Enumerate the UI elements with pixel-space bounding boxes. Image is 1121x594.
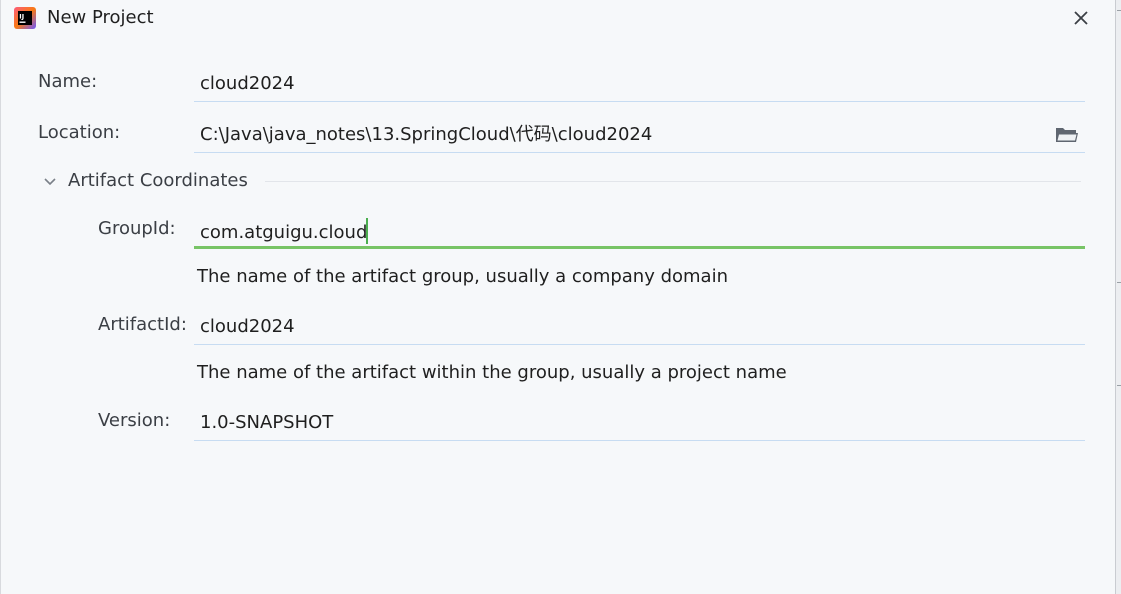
artifact-section-title: Artifact Coordinates bbox=[68, 170, 248, 191]
dialog-title: New Project bbox=[47, 7, 154, 28]
close-button[interactable] bbox=[1067, 4, 1095, 32]
artifact-section-toggle[interactable] bbox=[41, 171, 59, 191]
intellij-idea-icon: IJ bbox=[13, 6, 37, 30]
edge-mark bbox=[1117, 385, 1121, 386]
groupid-text: com.atguigu.cloud bbox=[200, 222, 368, 243]
background-window-edge bbox=[1116, 0, 1121, 594]
browse-folder-button[interactable] bbox=[1055, 125, 1079, 145]
version-input[interactable]: 1.0-SNAPSHOT bbox=[194, 407, 1085, 441]
edge-mark bbox=[1117, 10, 1121, 11]
artifactid-value: cloud2024 bbox=[200, 316, 295, 337]
groupid-label: GroupId: bbox=[98, 218, 176, 239]
name-label: Name: bbox=[38, 71, 98, 92]
edge-mark bbox=[1117, 282, 1121, 283]
version-value: 1.0-SNAPSHOT bbox=[200, 412, 334, 433]
location-label: Location: bbox=[38, 122, 121, 143]
artifactid-label: ArtifactId: bbox=[98, 314, 187, 335]
text-caret bbox=[366, 218, 369, 244]
groupid-input[interactable]: com.atguigu.cloud bbox=[194, 214, 1085, 249]
folder-icon bbox=[1056, 128, 1078, 142]
artifactid-input[interactable]: cloud2024 bbox=[194, 311, 1085, 345]
name-value: cloud2024 bbox=[200, 73, 295, 94]
groupid-hint: The name of the artifact group, usually … bbox=[197, 266, 728, 287]
title-bar: IJ New Project bbox=[1, 0, 1115, 36]
chevron-down-icon bbox=[44, 178, 56, 186]
svg-text:IJ: IJ bbox=[19, 13, 24, 21]
groupid-value: com.atguigu.cloud bbox=[200, 218, 369, 245]
name-input[interactable]: cloud2024 bbox=[194, 68, 1085, 102]
section-divider bbox=[265, 181, 1081, 182]
artifactid-hint: The name of the artifact within the grou… bbox=[197, 362, 787, 383]
location-input[interactable]: C:\Java\java_notes\13.SpringCloud\代码\clo… bbox=[194, 119, 1085, 153]
version-label: Version: bbox=[98, 410, 171, 431]
new-project-dialog: IJ New Project Name: cloud2024 Location:… bbox=[0, 0, 1116, 594]
close-icon bbox=[1074, 11, 1088, 25]
location-value: C:\Java\java_notes\13.SpringCloud\代码\clo… bbox=[200, 124, 653, 145]
